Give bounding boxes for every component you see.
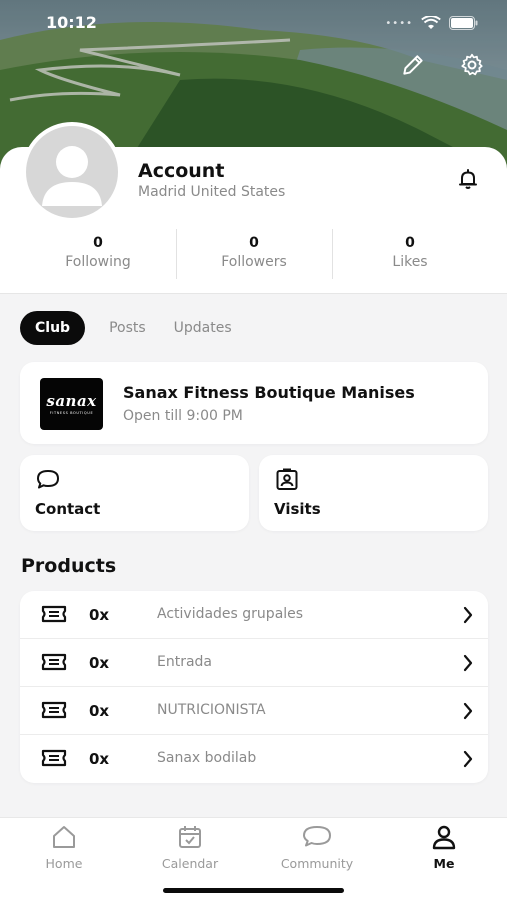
- notifications-button[interactable]: [456, 167, 480, 195]
- product-qty: 0x: [89, 750, 110, 768]
- product-name: Sanax bodilab: [157, 750, 257, 766]
- settings-button[interactable]: [457, 50, 487, 80]
- list-item[interactable]: 0x Actividades grupales: [20, 591, 488, 639]
- default-user-icon: [42, 146, 102, 206]
- gear-icon: [461, 53, 483, 76]
- bell-icon: [459, 169, 477, 189]
- status-time: 10:12: [46, 13, 97, 32]
- contact-label: Contact: [35, 500, 101, 518]
- product-name: NUTRICIONISTA: [157, 702, 266, 718]
- nav-community[interactable]: Community: [267, 822, 367, 871]
- stat-label: Followers: [221, 254, 287, 270]
- battery-icon: [449, 16, 478, 30]
- club-name: Sanax Fitness Boutique Manises: [123, 383, 415, 402]
- avatar[interactable]: [22, 122, 122, 222]
- product-qty: 0x: [89, 702, 110, 720]
- stat-likes[interactable]: 0 Likes: [332, 229, 488, 279]
- chat-bubble-icon: [37, 470, 59, 489]
- product-name: Actividades grupales: [157, 606, 304, 622]
- list-item[interactable]: 0x Entrada: [20, 639, 488, 687]
- nav-label: Me: [433, 856, 455, 871]
- person-icon: [432, 825, 456, 850]
- club-logo-text: sanax: [46, 391, 97, 410]
- chevron-right-icon: [463, 654, 473, 672]
- nav-calendar[interactable]: Calendar: [140, 822, 240, 871]
- chat-bubble-icon: [303, 826, 331, 847]
- contact-button[interactable]: Contact: [20, 455, 249, 531]
- nav-label: Home: [45, 856, 83, 871]
- tab-updates[interactable]: Updates: [162, 311, 244, 345]
- ticket-icon: [41, 653, 67, 671]
- club-hours: Open till 9:00 PM: [123, 408, 243, 424]
- account-location: Madrid United States: [138, 184, 286, 200]
- club-logo-subtext: FITNESS BOUTIQUE: [49, 410, 94, 415]
- nav-me[interactable]: Me: [394, 822, 494, 871]
- chevron-right-icon: [463, 750, 473, 768]
- visits-button[interactable]: Visits: [259, 455, 488, 531]
- nav-label: Community: [280, 856, 354, 871]
- home-icon: [53, 826, 75, 848]
- stat-label: Following: [65, 254, 131, 270]
- chevron-right-icon: [463, 606, 473, 624]
- pencil-icon: [403, 55, 423, 75]
- profile-tabs: Club Posts Updates: [20, 311, 244, 345]
- stat-value: 0: [93, 235, 103, 251]
- calendar-icon: [179, 826, 201, 848]
- list-item[interactable]: 0x Sanax bodilab: [20, 735, 488, 783]
- wifi-icon: [421, 16, 441, 29]
- nav-label: Calendar: [161, 856, 219, 871]
- chevron-right-icon: [463, 702, 473, 720]
- products-list: 0x Actividades grupales 0x Entrada 0x NU…: [20, 591, 488, 783]
- club-logo: sanax FITNESS BOUTIQUE: [40, 378, 103, 430]
- nav-home[interactable]: Home: [14, 822, 114, 871]
- product-qty: 0x: [89, 654, 110, 672]
- ticket-icon: [41, 605, 67, 623]
- club-card[interactable]: sanax FITNESS BOUTIQUE Sanax Fitness Bou…: [20, 362, 488, 444]
- edit-profile-button[interactable]: [398, 50, 428, 80]
- product-qty: 0x: [89, 606, 110, 624]
- stat-following[interactable]: 0 Following: [20, 229, 176, 279]
- ticket-icon: [41, 749, 67, 767]
- stat-followers[interactable]: 0 Followers: [176, 229, 332, 279]
- visits-label: Visits: [274, 500, 321, 518]
- status-bar: 10:12 ••••: [0, 10, 507, 36]
- bottom-nav: Home Calendar Community Me: [0, 817, 507, 900]
- tab-club[interactable]: Club: [20, 311, 86, 345]
- stat-value: 0: [249, 235, 259, 251]
- signal-icon: ••••: [385, 17, 413, 29]
- home-indicator[interactable]: [163, 888, 344, 893]
- profile-card: Account Madrid United States 0 Following…: [0, 122, 507, 294]
- id-badge-icon: [276, 468, 298, 490]
- account-name: Account: [138, 160, 225, 182]
- product-name: Entrada: [157, 654, 213, 670]
- products-title: Products: [21, 555, 117, 577]
- tab-posts[interactable]: Posts: [97, 311, 158, 345]
- stat-label: Likes: [392, 254, 428, 270]
- profile-stats: 0 Following 0 Followers 0 Likes: [20, 229, 488, 279]
- stat-value: 0: [405, 235, 415, 251]
- list-item[interactable]: 0x NUTRICIONISTA: [20, 687, 488, 735]
- ticket-icon: [41, 701, 67, 719]
